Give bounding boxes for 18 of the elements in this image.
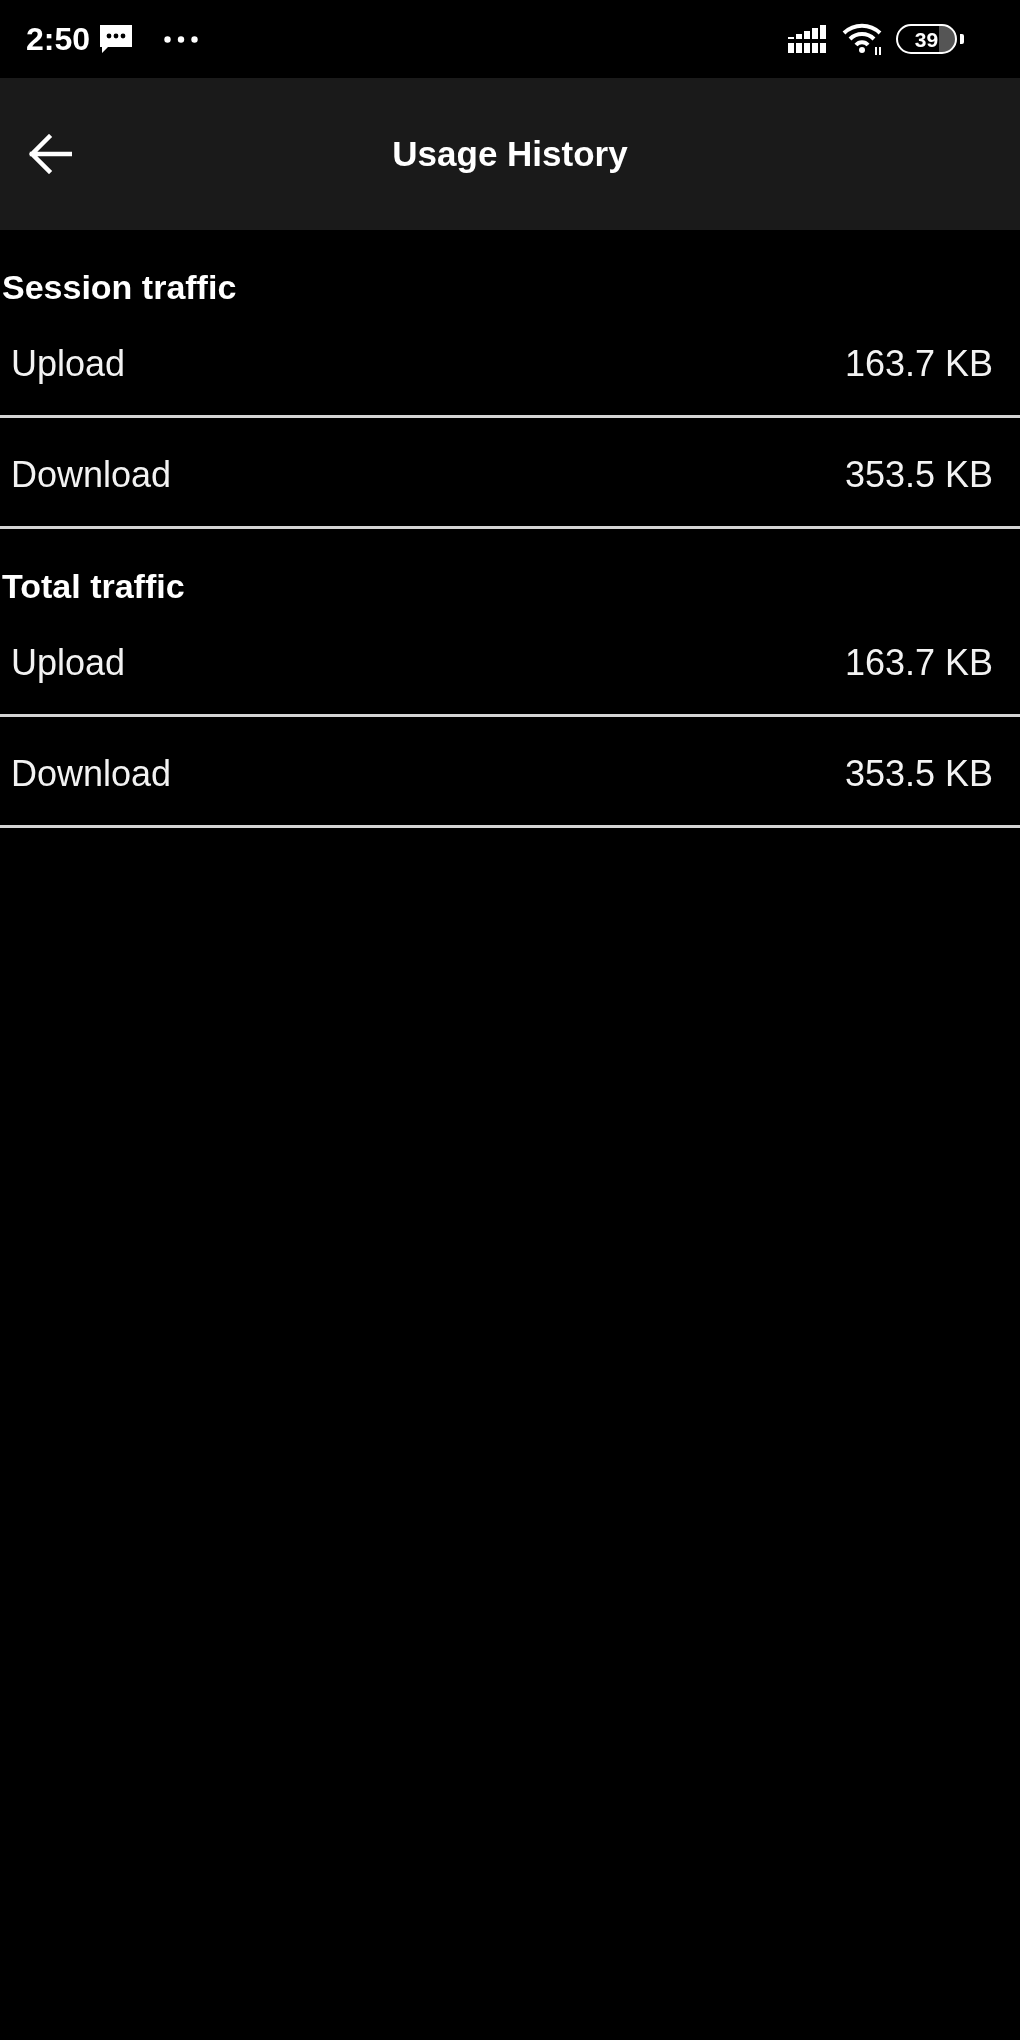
battery-indicator: 39 — [896, 24, 964, 54]
screen-title: Usage History — [392, 133, 628, 175]
section-heading: Total traffic — [2, 566, 185, 606]
traffic-label: Download — [11, 752, 172, 796]
message-icon — [100, 25, 133, 53]
traffic-value: 163.7 KB — [844, 641, 993, 685]
traffic-value: 163.7 KB — [844, 342, 993, 386]
traffic-label: Download — [11, 453, 172, 497]
traffic-value: 353.5 KB — [844, 453, 993, 497]
traffic-label: Upload — [11, 641, 126, 685]
back-arrow-icon — [28, 134, 72, 174]
traffic-value: 353.5 KB — [844, 752, 993, 796]
more-icon — [164, 35, 199, 43]
wifi-icon — [842, 23, 882, 55]
section-heading: Session traffic — [2, 267, 237, 307]
signal-icon — [788, 25, 828, 53]
traffic-label: Upload — [11, 342, 126, 386]
status-time: 2:50 — [26, 23, 91, 55]
